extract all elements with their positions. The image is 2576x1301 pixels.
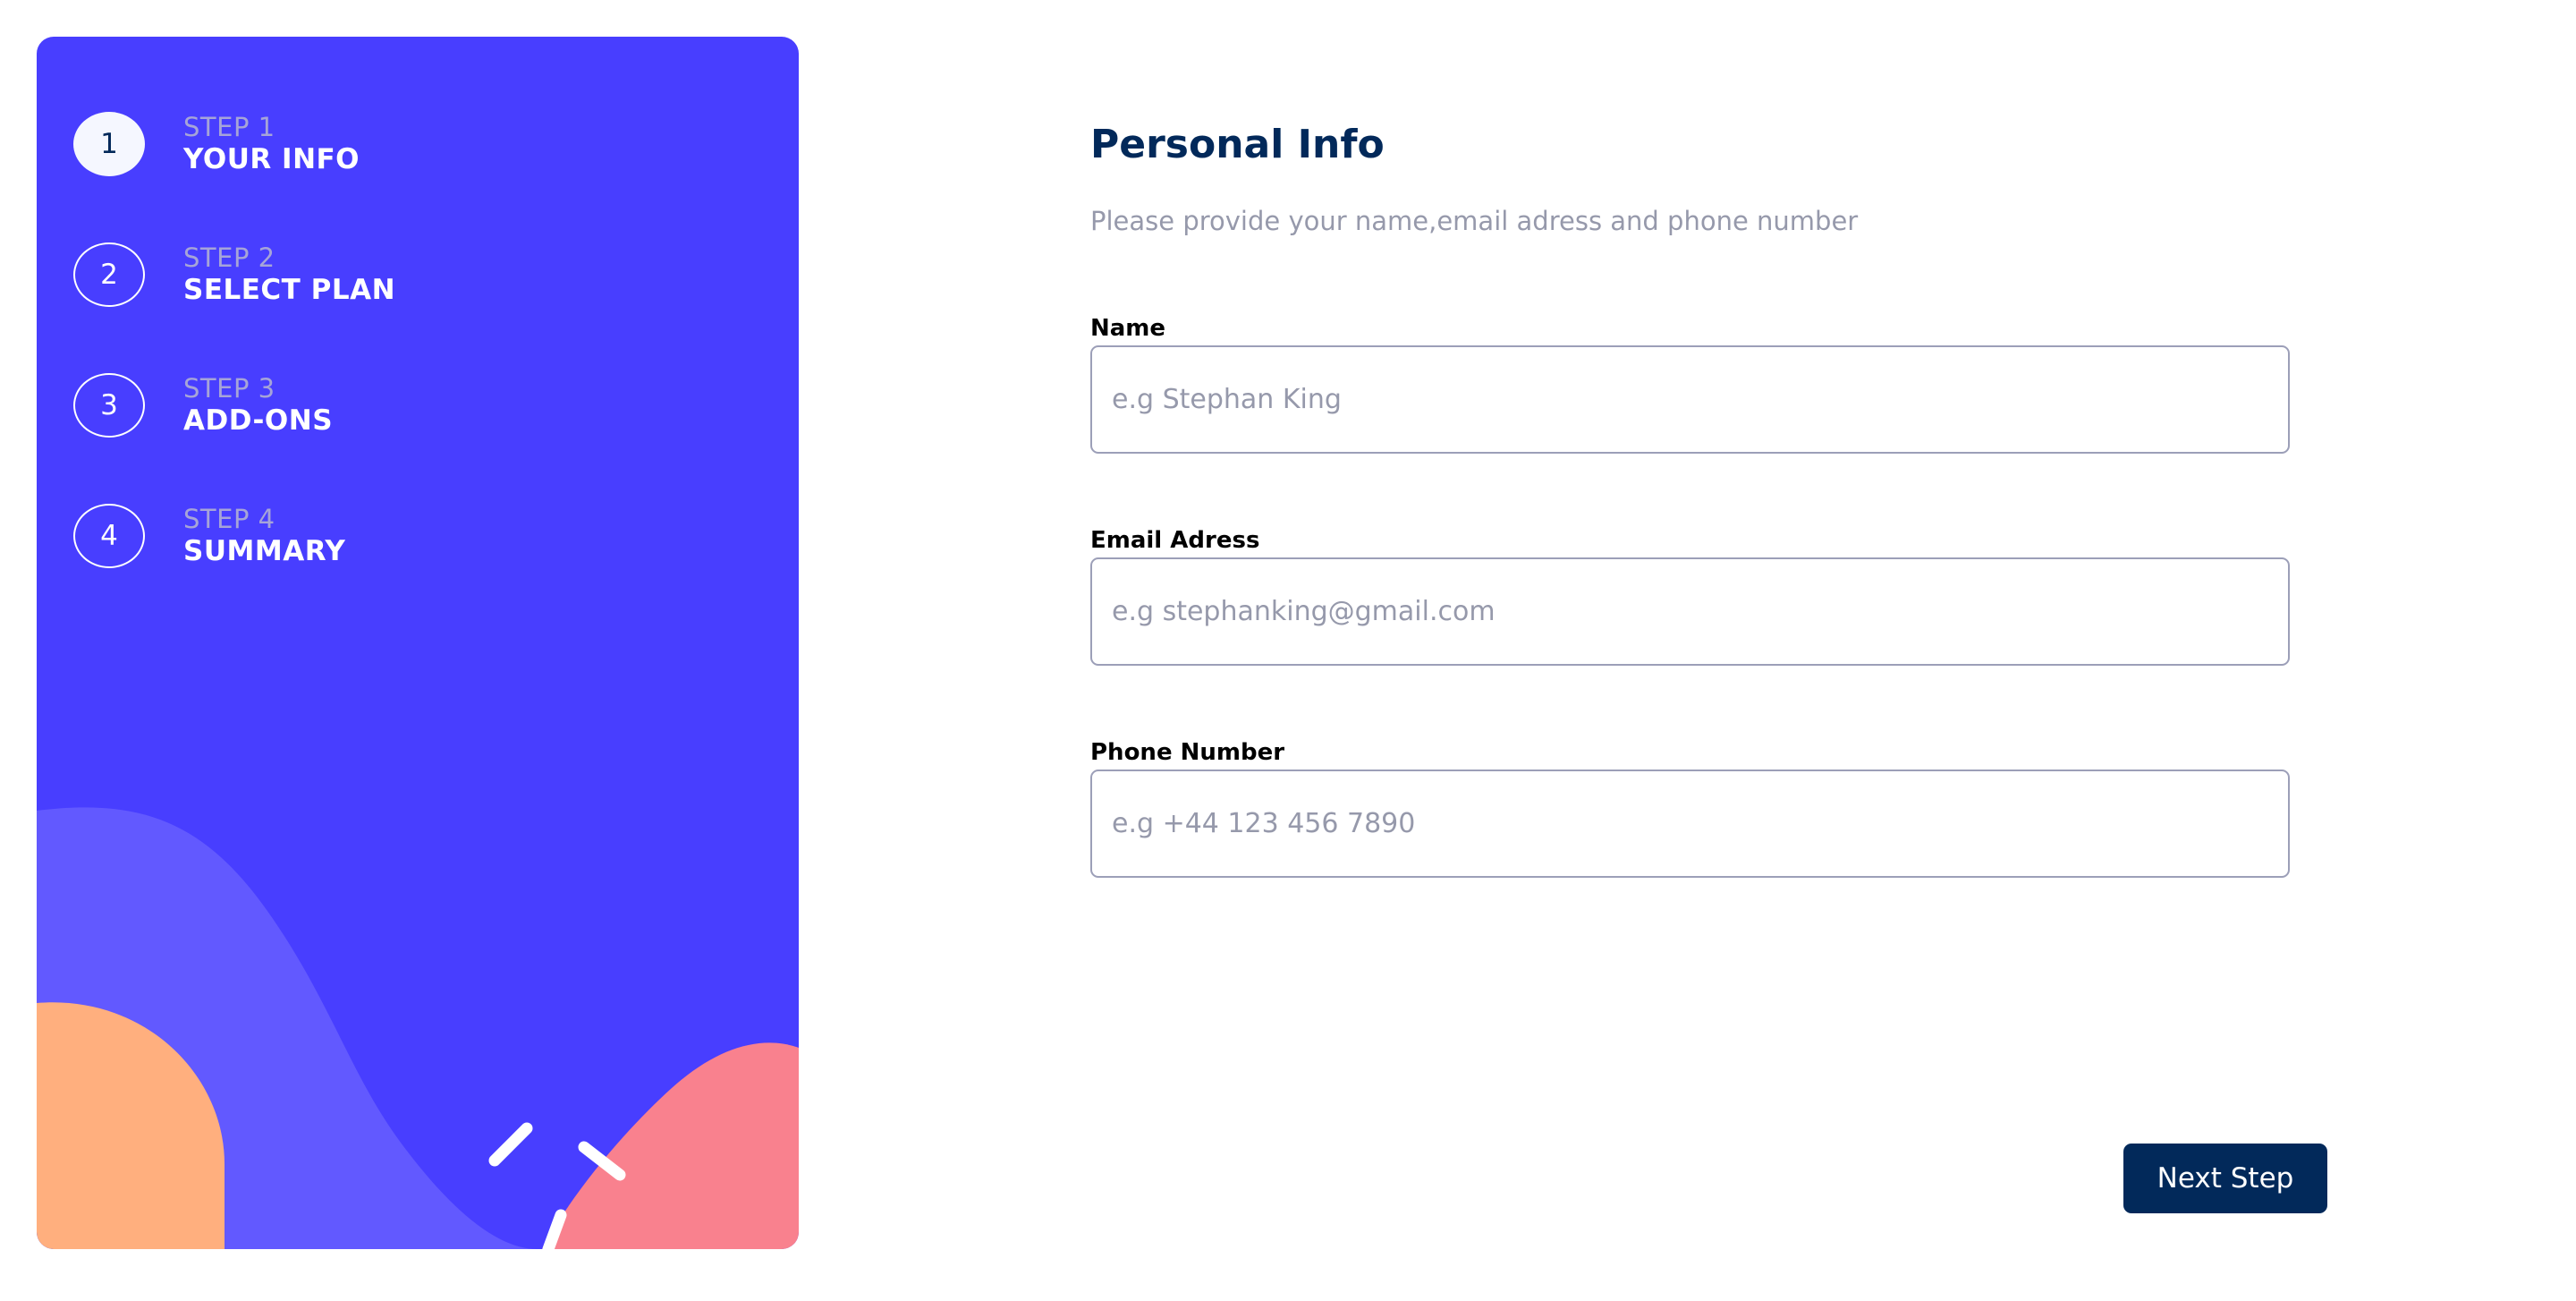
step-number-circle: 4 (73, 504, 145, 568)
step-label: STEP 2 (183, 242, 275, 273)
sidebar-step-2[interactable]: 2 STEP 2 SELECT PLAN (73, 241, 395, 309)
sparkle-line-left (488, 1122, 533, 1167)
sidebar-step-3[interactable]: 3 STEP 3 ADD-ONS (73, 371, 333, 439)
step-text: STEP 4 SUMMARY (183, 504, 345, 568)
email-label: Email Adress (1090, 527, 1260, 554)
step-text: STEP 2 SELECT PLAN (183, 242, 395, 307)
page-title: Personal Info (1090, 122, 1385, 167)
step-title: ADD-ONS (183, 404, 334, 437)
sidebar-background-decoration (37, 807, 799, 1249)
step-label: STEP 3 (183, 373, 275, 404)
step-number-circle: 2 (73, 242, 145, 307)
phone-input[interactable] (1090, 770, 2290, 878)
name-label: Name (1090, 315, 1166, 342)
step-number-circle: 1 (73, 112, 145, 176)
step-title: SUMMARY (183, 534, 346, 567)
sidebar-step-1[interactable]: 1 STEP 1 YOUR INFO (73, 110, 360, 178)
step-text: STEP 3 ADD-ONS (183, 373, 333, 438)
step-title: YOUR INFO (183, 142, 360, 175)
page-subtitle: Please provide your name,email adress an… (1090, 206, 1859, 236)
personal-info-form: Personal Info Please provide your name,e… (1090, 0, 2343, 1301)
email-input[interactable] (1090, 557, 2290, 666)
phone-label: Phone Number (1090, 739, 1285, 766)
next-step-button[interactable]: Next Step (2123, 1144, 2327, 1213)
step-label: STEP 4 (183, 504, 275, 534)
page: 1 STEP 1 YOUR INFO 2 STEP 2 SELECT PLAN … (0, 0, 2576, 1301)
step-title: SELECT PLAN (183, 273, 396, 306)
sidebar-step-4[interactable]: 4 STEP 4 SUMMARY (73, 502, 345, 570)
step-label: STEP 1 (183, 112, 275, 142)
step-number-circle: 3 (73, 373, 145, 438)
sidebar: 1 STEP 1 YOUR INFO 2 STEP 2 SELECT PLAN … (37, 37, 799, 1249)
step-text: STEP 1 YOUR INFO (183, 112, 360, 176)
name-input[interactable] (1090, 345, 2290, 454)
